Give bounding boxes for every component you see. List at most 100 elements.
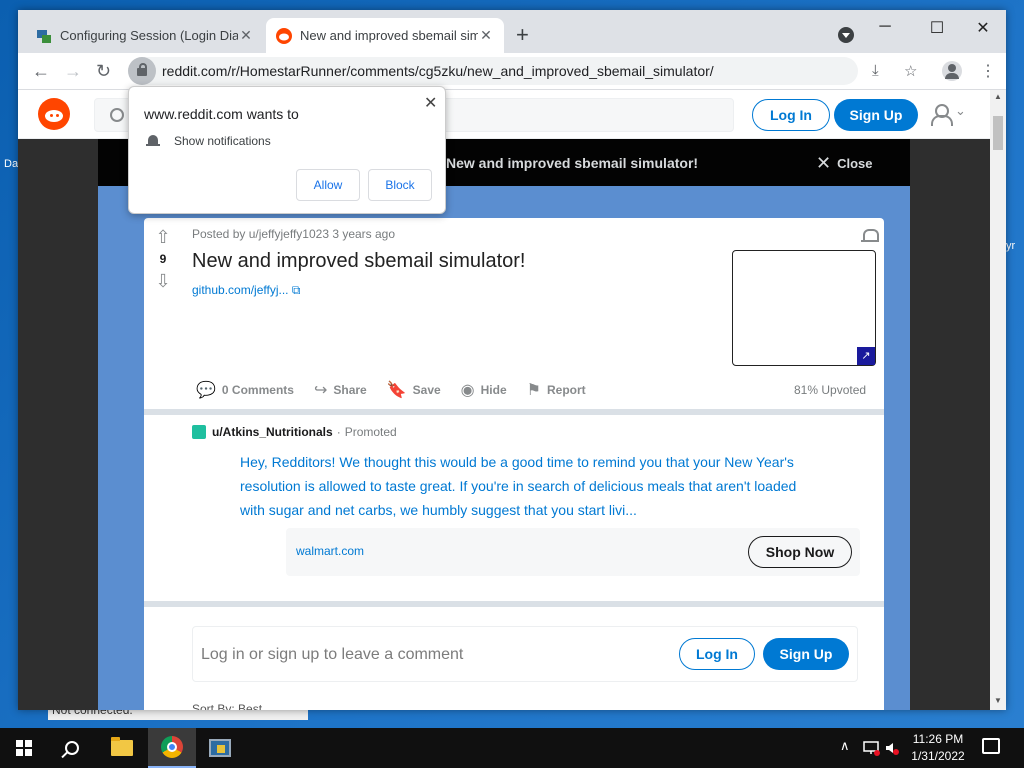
- taskbar-remote-session[interactable]: [196, 728, 244, 768]
- external-link-icon: ↗: [857, 347, 875, 365]
- lock-icon: [137, 63, 147, 76]
- notification-permission-popup: ✕ www.reddit.com wants to Show notificat…: [128, 86, 446, 214]
- taskbar-file-explorer[interactable]: [98, 728, 146, 768]
- url-text[interactable]: reddit.com/r/HomestarRunner/comments/cg5…: [162, 63, 714, 79]
- taskbar-search-button[interactable]: [48, 728, 96, 768]
- maximize-button[interactable]: ☐: [922, 18, 952, 38]
- tab-reddit-post[interactable]: New and improved sbemail simulator ✕: [266, 18, 504, 53]
- minimize-button[interactable]: ─: [870, 18, 900, 36]
- page-scrollbar[interactable]: ▲ ▼: [990, 90, 1006, 710]
- taskbar: ∧ 11:26 PM 1/31/2022: [0, 728, 1024, 768]
- close-icon[interactable]: ✕: [238, 27, 254, 44]
- notification-center-icon[interactable]: [982, 738, 1000, 754]
- search-icon: [65, 741, 79, 755]
- hide-button[interactable]: ◉ Hide: [461, 380, 507, 400]
- taskbar-chrome[interactable]: [148, 728, 196, 768]
- system-clock[interactable]: 11:26 PM 1/31/2022: [902, 731, 974, 765]
- windows-logo-icon: [16, 740, 32, 756]
- clock-time: 11:26 PM: [912, 732, 964, 746]
- start-button[interactable]: [0, 728, 48, 768]
- install-app-icon[interactable]: ⤓: [872, 62, 879, 79]
- reddit-logo-icon[interactable]: [38, 98, 70, 130]
- upvote-icon[interactable]: ⇧: [152, 226, 174, 248]
- sort-by-dropdown[interactable]: Sort By: Best: [192, 702, 262, 710]
- post-title: New and improved sbemail simulator!: [192, 250, 526, 272]
- ad-header: u/Atkins_Nutritionals · Promoted: [192, 425, 862, 439]
- user-menu-icon[interactable]: [930, 104, 953, 126]
- bookmark-star-icon[interactable]: ☆: [904, 62, 917, 80]
- tab-strip: Configuring Session (Login Dialog ✕ New …: [18, 10, 1006, 53]
- comment-signup-button[interactable]: Sign Up: [763, 638, 849, 670]
- divider: [144, 601, 884, 607]
- hide-icon: ◉: [460, 382, 475, 399]
- ad-link-box: walmart.com Shop Now: [286, 528, 860, 576]
- allow-button[interactable]: Allow: [296, 169, 360, 201]
- post-actions: 💬 0 Comments ↪ Share 🔖 Save ◉ Hide ⚑ Rep…: [196, 380, 606, 400]
- divider: [144, 409, 884, 415]
- back-button[interactable]: ←: [32, 61, 50, 81]
- vote-count: 9: [159, 252, 167, 266]
- profile-avatar-icon[interactable]: [942, 61, 962, 81]
- post-link-text: github.com/jeffyj...: [192, 283, 289, 297]
- post-link[interactable]: github.com/jeffyj... ⧉: [192, 283, 300, 298]
- post-meta: Posted by u/jeffyjeffy1023 3 years ago: [192, 227, 396, 241]
- browser-toolbar: ← → ↻ reddit.com/r/HomestarRunner/commen…: [18, 53, 1006, 90]
- downvote-icon[interactable]: ⇩: [152, 270, 174, 292]
- tray-overflow-icon[interactable]: ∧: [840, 738, 850, 754]
- popup-title: www.reddit.com wants to: [144, 106, 299, 122]
- comment-login-button[interactable]: Log In: [679, 638, 755, 670]
- modal-title: New and improved sbemail simulator!: [446, 155, 699, 171]
- header-login-button[interactable]: Log In: [752, 99, 830, 131]
- new-tab-button[interactable]: +: [516, 24, 529, 46]
- site-info-button[interactable]: [128, 57, 156, 85]
- tab-search-icon[interactable]: [838, 27, 854, 43]
- bell-icon: [146, 134, 160, 148]
- post-card: ⇧ 9 ⇩ Posted by u/jeffyjeffy1023 3 years…: [144, 218, 884, 710]
- comment-icon: 💬: [196, 382, 216, 399]
- action-label: 0 Comments: [221, 383, 294, 397]
- bookmark-icon: 🔖: [386, 382, 407, 399]
- block-button[interactable]: Block: [368, 169, 432, 201]
- scroll-down-arrow[interactable]: ▼: [994, 696, 1002, 705]
- tab-title: New and improved sbemail simulator: [300, 28, 478, 43]
- clock-date: 1/31/2022: [911, 749, 965, 763]
- desktop-text-fragment: yr: [1006, 240, 1016, 252]
- close-label: Close: [837, 156, 873, 171]
- scrollbar-thumb[interactable]: [993, 116, 1003, 150]
- post-modal: New and improved sbemail simulator! ✕ Cl…: [98, 139, 910, 710]
- external-link-icon: ⧉: [291, 283, 301, 297]
- report-button[interactable]: ⚑ Report: [527, 380, 586, 400]
- tab-configuring-session[interactable]: Configuring Session (Login Dialog ✕: [26, 18, 264, 53]
- promoted-label: Promoted: [344, 425, 397, 439]
- modal-close-button[interactable]: ✕ Close: [816, 153, 873, 174]
- scroll-up-arrow[interactable]: ▲: [994, 92, 1002, 101]
- close-icon[interactable]: ✕: [424, 93, 437, 113]
- chevron-down-icon[interactable]: ⌄: [955, 103, 966, 119]
- comments-button[interactable]: 💬 0 Comments: [196, 380, 294, 400]
- advertiser-name[interactable]: u/Atkins_Nutritionals: [212, 425, 333, 439]
- network-icon[interactable]: [862, 740, 880, 756]
- volume-icon[interactable]: [884, 740, 900, 756]
- remote-session-icon: [209, 739, 231, 757]
- ad-text[interactable]: Hey, Redditors! We thought this would be…: [240, 450, 810, 522]
- shop-now-button[interactable]: Shop Now: [748, 536, 852, 568]
- post-thumbnail[interactable]: ↗: [732, 250, 876, 366]
- action-label: Report: [547, 383, 586, 397]
- bell-icon[interactable]: [860, 227, 879, 245]
- vote-column: ⇧ 9 ⇩: [152, 226, 174, 292]
- close-icon[interactable]: ✕: [478, 27, 494, 44]
- ad-separator: ·: [336, 425, 341, 439]
- browser-menu-icon[interactable]: ⋮: [980, 61, 996, 81]
- close-window-button[interactable]: ✕: [968, 18, 998, 38]
- ad-domain[interactable]: walmart.com: [296, 544, 364, 558]
- remote-session-icon: [37, 29, 51, 43]
- forward-button[interactable]: →: [64, 61, 82, 81]
- chrome-icon: [161, 736, 183, 758]
- save-button[interactable]: 🔖 Save: [387, 380, 441, 400]
- share-button[interactable]: ↪ Share: [314, 380, 367, 400]
- reddit-favicon-icon: [276, 27, 292, 44]
- folder-icon: [111, 737, 133, 756]
- header-signup-button[interactable]: Sign Up: [834, 99, 918, 131]
- reload-button[interactable]: ↻: [96, 61, 111, 81]
- address-bar[interactable]: reddit.com/r/HomestarRunner/comments/cg5…: [128, 57, 858, 85]
